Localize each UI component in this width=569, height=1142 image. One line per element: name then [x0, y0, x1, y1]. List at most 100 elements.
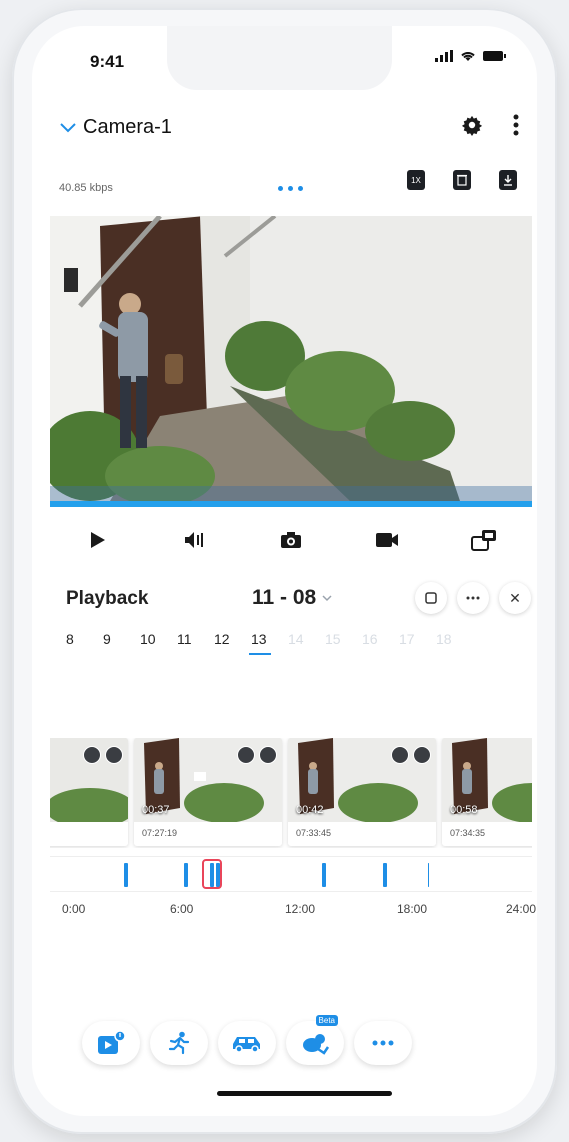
record-button[interactable] [367, 520, 407, 560]
timeline-label: 0:00 [62, 902, 86, 916]
video-progress-bar[interactable] [50, 501, 532, 507]
square-icon [425, 592, 437, 604]
speaker-icon [184, 532, 203, 548]
hour-selector: 8 9 10 11 12 13 14 15 16 17 18 [66, 631, 536, 659]
video-view[interactable] [50, 216, 532, 501]
volume-button[interactable] [175, 520, 215, 560]
hour-item[interactable]: 17 [399, 631, 436, 659]
filter-vehicle-button[interactable] [218, 1021, 276, 1065]
car-icon [233, 1037, 260, 1053]
more-button[interactable] [457, 582, 489, 614]
timeline-label: 6:00 [170, 902, 194, 916]
gear-icon[interactable] [461, 114, 483, 136]
filter-person-button[interactable] [150, 1021, 208, 1065]
clip-card[interactable]: 00:58 07:34:35 [442, 738, 532, 846]
more-horizontal-icon [466, 596, 480, 600]
speed-label: 1X [411, 175, 421, 185]
event-marker[interactable] [383, 863, 387, 887]
camera-title: Camera-1 [83, 116, 172, 138]
person-badge-icon [413, 746, 431, 764]
home-indicator[interactable] [217, 1091, 392, 1096]
hour-item[interactable]: 15 [325, 631, 362, 659]
camera-icon [280, 532, 301, 548]
more-horizontal-icon [372, 1040, 394, 1046]
close-icon: ✕ [509, 589, 521, 606]
page-indicator[interactable] [278, 186, 303, 191]
event-marker[interactable] [322, 863, 326, 887]
hour-item[interactable]: 16 [362, 631, 399, 659]
download-icon [504, 175, 512, 186]
fullscreen-button[interactable] [415, 582, 447, 614]
timeline-track[interactable] [50, 856, 532, 892]
timeline-label: 18:00 [397, 902, 428, 916]
bitrate-label: 40.85 kbps [59, 182, 113, 194]
video-alert-icon [98, 1030, 126, 1054]
motion-badge-icon [391, 746, 409, 764]
playback-header: Playback 11 - 08 ✕ [66, 582, 531, 616]
timeline-label: 24:00 [506, 902, 537, 916]
clip-card[interactable]: 00:37 07:27:19 [134, 738, 282, 846]
download-button[interactable] [499, 170, 517, 190]
chevron-down-icon [60, 122, 76, 132]
hour-item[interactable]: 10 [140, 631, 177, 659]
clip-duration: 00:42 [296, 804, 324, 816]
more-filters-button[interactable] [354, 1021, 412, 1065]
event-marker[interactable] [184, 863, 188, 887]
wifi-icon [461, 52, 475, 61]
person-badge-icon [105, 746, 123, 764]
event-marker[interactable] [428, 863, 429, 887]
motion-badge-icon [83, 746, 101, 764]
motion-badge-icon [237, 746, 255, 764]
event-marker[interactable] [124, 863, 128, 887]
hour-item[interactable]: 14 [288, 631, 325, 659]
hour-item[interactable]: 11 [177, 631, 214, 659]
play-button[interactable] [78, 520, 118, 560]
clip-time: 07:34:35 [450, 828, 486, 838]
speed-button[interactable]: 1X [407, 170, 425, 190]
phone-frame: 9:41 Camera-1 40.85 kbps 1X Playback 11 … [12, 8, 557, 1134]
close-button[interactable]: ✕ [499, 582, 531, 614]
clip-strip: 00:37 07:27:19 00:42 07:33:45 00:58 07:3… [50, 738, 532, 848]
camera-feed-image [50, 216, 532, 501]
hour-item-active[interactable]: 13 [249, 631, 288, 659]
snapshot-button[interactable] [271, 520, 311, 560]
status-time: 9:41 [90, 52, 125, 71]
clip-card[interactable]: 00:42 07:33:45 [288, 738, 436, 846]
person-badge-icon [259, 746, 277, 764]
timeline-label: 12:00 [285, 902, 316, 916]
beta-badge: Beta [315, 1015, 338, 1026]
trash-icon [457, 174, 467, 186]
clip-badges [237, 746, 277, 764]
clip-card[interactable] [50, 738, 128, 846]
hour-item[interactable]: 8 [66, 631, 103, 659]
screen: 9:41 Camera-1 40.85 kbps 1X Playback 11 … [32, 26, 537, 1116]
status-icons [435, 50, 507, 62]
running-person-icon [168, 1031, 190, 1055]
hour-item[interactable]: 18 [436, 631, 473, 659]
filter-all-events-button[interactable] [82, 1021, 140, 1065]
timeline-labels: 0:00 6:00 12:00 18:00 24:00 [62, 902, 537, 922]
date-label: 11 - 08 [252, 586, 317, 609]
chevron-down-icon [322, 595, 332, 602]
clip-duration: 00:58 [450, 804, 478, 816]
signal-icon [435, 50, 453, 62]
camera-header: Camera-1 [32, 106, 537, 146]
battery-icon [483, 51, 506, 61]
delete-button[interactable] [453, 170, 471, 190]
playback-controls [50, 516, 532, 564]
timeline-cursor[interactable] [202, 859, 222, 889]
clip-badges [391, 746, 431, 764]
pet-icon [303, 1034, 330, 1055]
hour-item[interactable]: 12 [214, 631, 251, 659]
camera-selector[interactable]: Camera-1 [59, 116, 172, 139]
more-vertical-icon[interactable] [513, 114, 519, 136]
play-icon [91, 532, 106, 548]
date-selector[interactable]: 11 - 08 [252, 586, 332, 610]
hour-item[interactable]: 9 [103, 631, 140, 659]
notch [167, 26, 392, 90]
clip-time: 07:27:19 [142, 828, 178, 838]
clip-time: 07:33:45 [296, 828, 332, 838]
filter-pet-button[interactable]: Beta [286, 1015, 344, 1065]
pip-button[interactable] [464, 520, 504, 560]
video-camera-icon [376, 533, 399, 547]
